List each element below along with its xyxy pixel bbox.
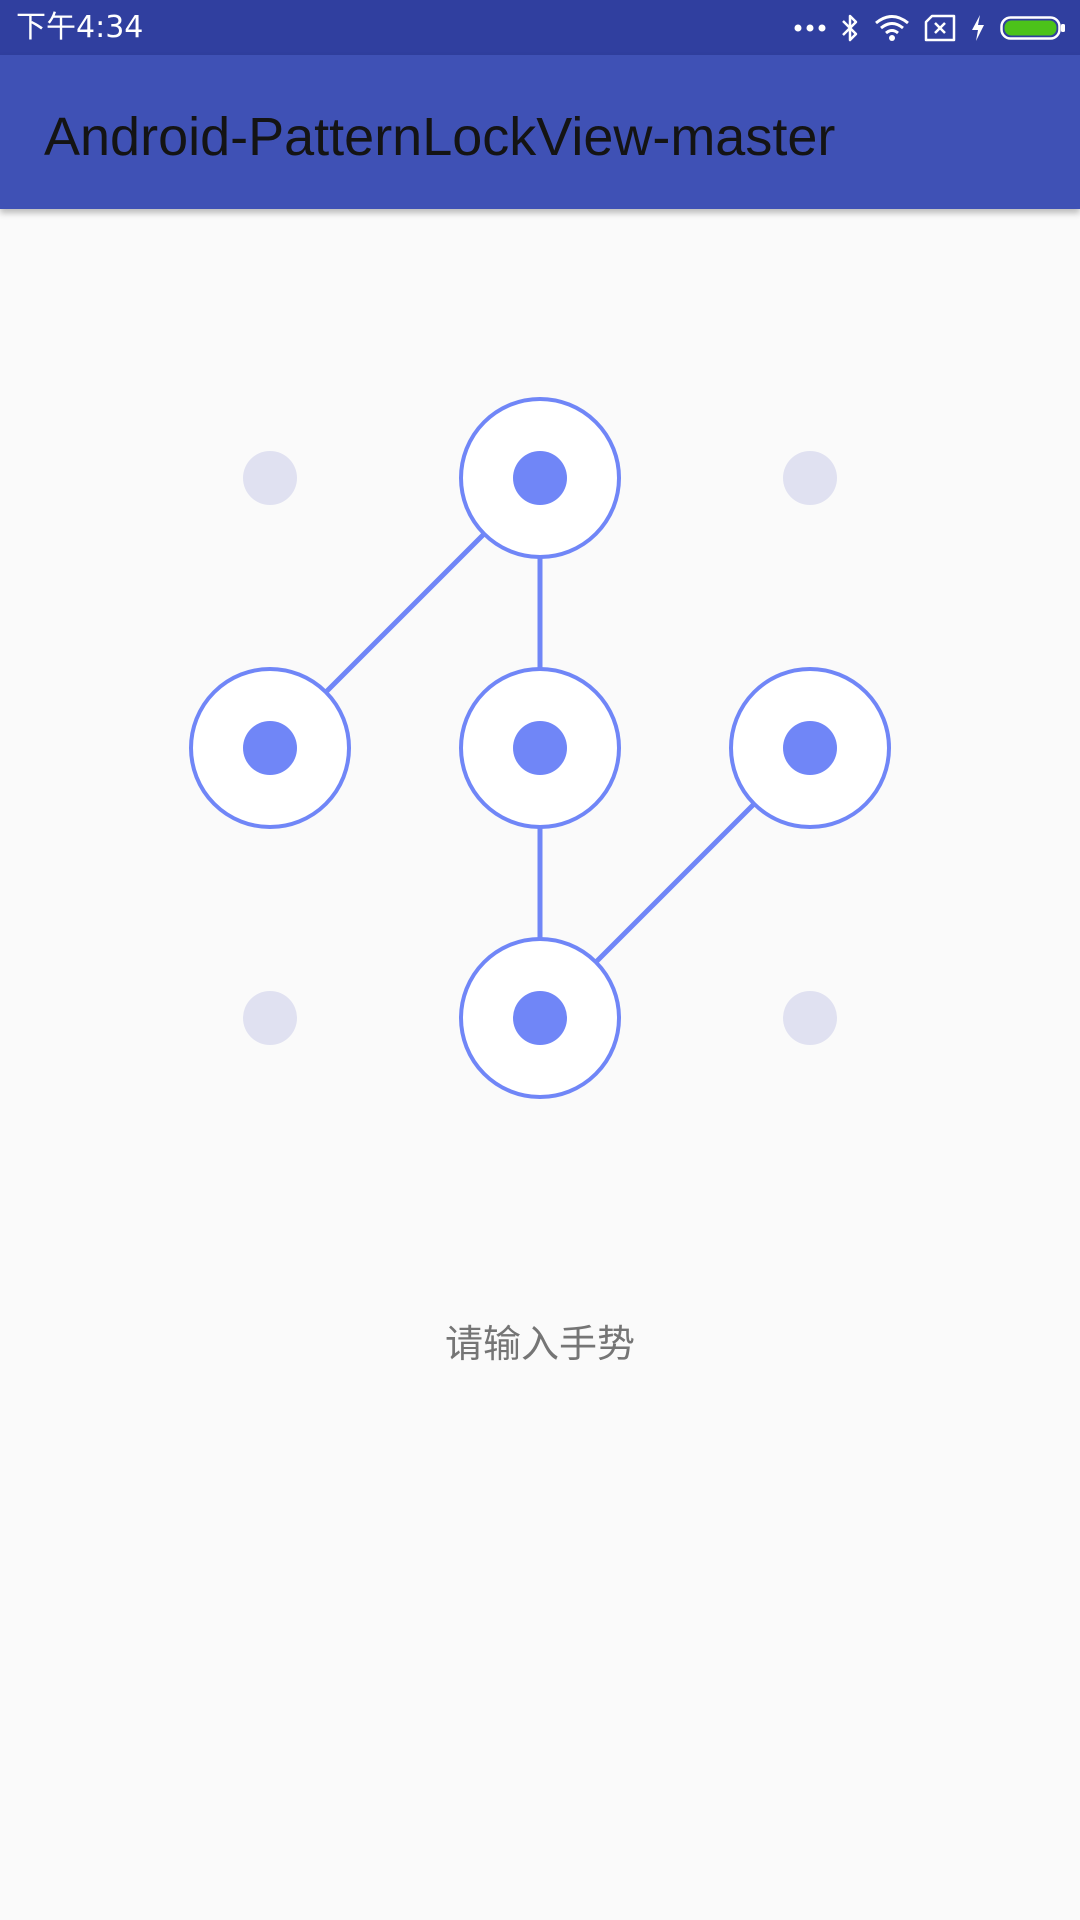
pattern-dot-r1-c3[interactable] [783,451,837,505]
pattern-dot-idle [783,991,837,1045]
pattern-dot-center [513,991,567,1045]
pattern-dot-r2-c3[interactable] [729,667,891,829]
gesture-prompt: 请输入手势 [444,1322,635,1366]
pattern-dot-r3-c2[interactable] [459,937,621,1099]
pattern-dot-idle [243,991,297,1045]
pattern-dot-idle [783,451,837,505]
pattern-dot-r2-c2[interactable] [459,667,621,829]
pattern-dot-r1-c1[interactable] [243,451,297,505]
pattern-lock-view[interactable] [0,0,1080,1920]
pattern-dot-r2-c1[interactable] [189,667,351,829]
pattern-dot-center [513,721,567,775]
pattern-dot-r3-c3[interactable] [783,991,837,1045]
pattern-dot-grid [189,397,891,1099]
pattern-dot-center [783,721,837,775]
pattern-dot-r3-c1[interactable] [243,991,297,1045]
pattern-dot-center [513,451,567,505]
pattern-dot-center [243,721,297,775]
pattern-dot-r1-c2[interactable] [459,397,621,559]
pattern-dot-idle [243,451,297,505]
